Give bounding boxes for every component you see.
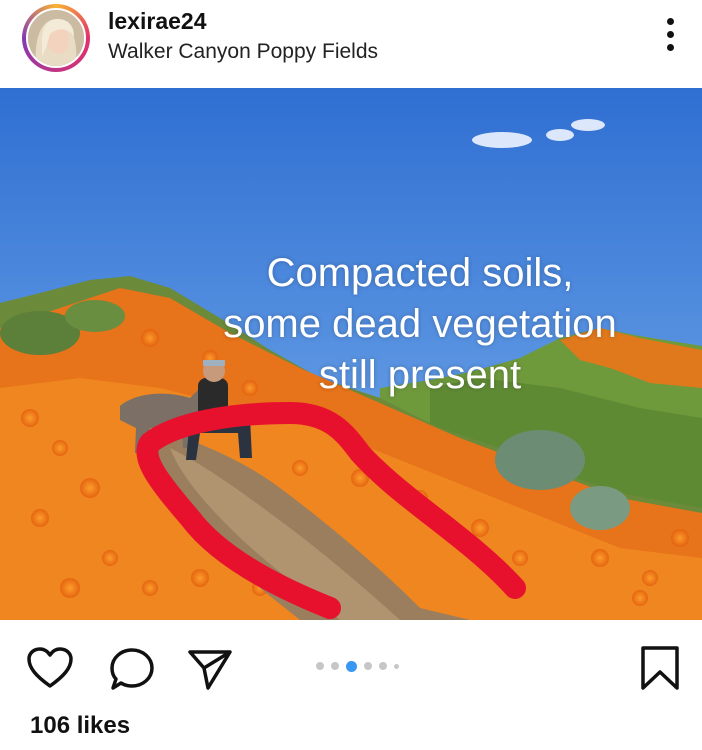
- carousel-dot: [379, 662, 387, 670]
- post-header: lexirae24 Walker Canyon Poppy Fields: [0, 0, 702, 88]
- carousel-dot: [364, 662, 372, 670]
- avatar-portrait: [28, 10, 84, 66]
- username[interactable]: lexirae24: [108, 8, 206, 35]
- overlay-line: Compacted soils,: [266, 251, 574, 295]
- avatar-image: [26, 8, 86, 68]
- carousel-dot: [331, 662, 339, 670]
- photo-caption-overlay: Compacted soils, some dead vegetation st…: [190, 248, 650, 401]
- share-icon[interactable]: [186, 646, 234, 697]
- action-bar: [0, 620, 702, 710]
- carousel-dot: [346, 660, 357, 672]
- heart-icon[interactable]: [26, 646, 74, 695]
- post-photo[interactable]: Compacted soils, some dead vegetation st…: [0, 88, 702, 620]
- more-options-icon[interactable]: [664, 18, 676, 58]
- overlay-line: still present: [318, 353, 522, 397]
- carousel-dot: [394, 663, 399, 669]
- location-tag[interactable]: Walker Canyon Poppy Fields: [108, 40, 378, 64]
- bookmark-icon[interactable]: [638, 644, 682, 697]
- carousel-dot: [316, 662, 324, 670]
- comment-icon[interactable]: [108, 646, 156, 697]
- avatar[interactable]: [22, 4, 90, 72]
- overlay-line: some dead vegetation: [223, 302, 617, 346]
- like-count[interactable]: 106 likes: [30, 712, 130, 740]
